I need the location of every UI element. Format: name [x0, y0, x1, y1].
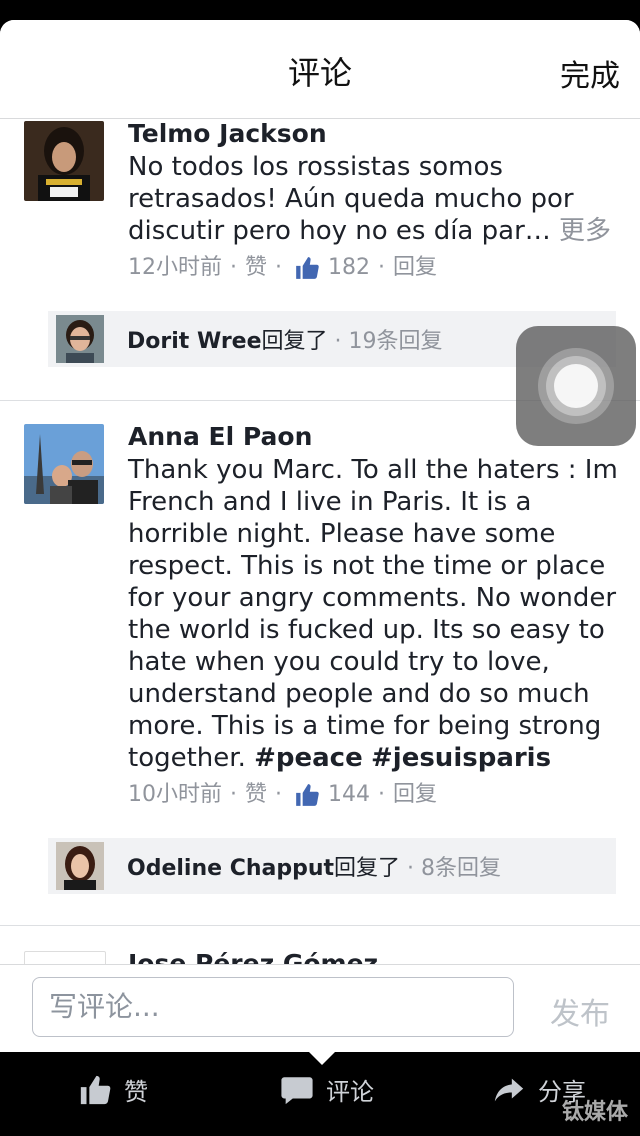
- comments-sheet: 评论 完成 Telmo Jackson No todos los rossist…: [0, 20, 640, 1052]
- comment-list[interactable]: Telmo Jackson No todos los rossistas som…: [0, 119, 640, 964]
- like-icon: [296, 784, 319, 806]
- reply-link[interactable]: 回复: [393, 780, 437, 810]
- share-icon: [494, 1078, 524, 1101]
- avatar[interactable]: [24, 951, 106, 964]
- comment-time: 10小时前: [128, 782, 222, 807]
- avatar[interactable]: [24, 424, 104, 504]
- page-title: 评论: [287, 54, 352, 92]
- reply-summary[interactable]: Odeline Chapput回复了 · 8条回复: [48, 838, 616, 894]
- reply-summary-text: Dorit Wree回复了 · 19条回复: [127, 329, 443, 354]
- active-tab-pointer: [308, 1051, 336, 1065]
- like-link[interactable]: 赞: [245, 253, 267, 283]
- like-tab[interactable]: 赞: [78, 1072, 148, 1107]
- reply-link[interactable]: 回复: [393, 253, 437, 283]
- comment-icon: [281, 1076, 313, 1104]
- comment-author[interactable]: Telmo Jackson: [128, 119, 618, 149]
- comment-meta: 12小时前 · 赞 · 182 · 回复: [128, 253, 618, 283]
- divider: [0, 925, 640, 926]
- like-count: 144: [328, 782, 371, 807]
- more-link[interactable]: 更多: [559, 216, 611, 246]
- like-count: 182: [328, 255, 371, 280]
- comment-author[interactable]: Jose Pérez Gómez: [128, 949, 618, 964]
- comment-input[interactable]: 写评论...: [32, 977, 514, 1037]
- done-button[interactable]: 完成: [560, 51, 620, 95]
- like-icon: [80, 1075, 111, 1104]
- like-icon: [296, 257, 319, 279]
- comment-meta: 10小时前 · 赞 · 144 · 回复: [128, 780, 618, 810]
- comment-tab[interactable]: 评论: [280, 1072, 374, 1107]
- reply-avatar: [56, 842, 104, 890]
- header: 评论 完成: [0, 20, 640, 119]
- assistive-touch-icon[interactable]: [516, 326, 636, 446]
- avatar[interactable]: [24, 121, 104, 201]
- post-button[interactable]: 发布: [550, 989, 610, 1033]
- watermark: 钛媒体: [561, 1100, 628, 1125]
- comment-text: Thank you Marc. To all the haters : Im F…: [128, 455, 618, 773]
- hashtag-link[interactable]: #jesuisparis: [371, 743, 551, 773]
- reply-summary-text: Odeline Chapput回复了 · 8条回复: [127, 856, 502, 881]
- comment-text: No todos los rossistas somos retrasados!…: [128, 152, 612, 246]
- comment-time: 12小时前: [128, 255, 222, 280]
- reply-avatar: [56, 315, 104, 363]
- hashtag-link[interactable]: #peace: [254, 743, 363, 773]
- like-link[interactable]: 赞: [245, 780, 267, 810]
- comment-composer: 写评论... 发布: [0, 964, 640, 1052]
- action-bar: 赞 评论 分享 钛媒体: [0, 1051, 640, 1136]
